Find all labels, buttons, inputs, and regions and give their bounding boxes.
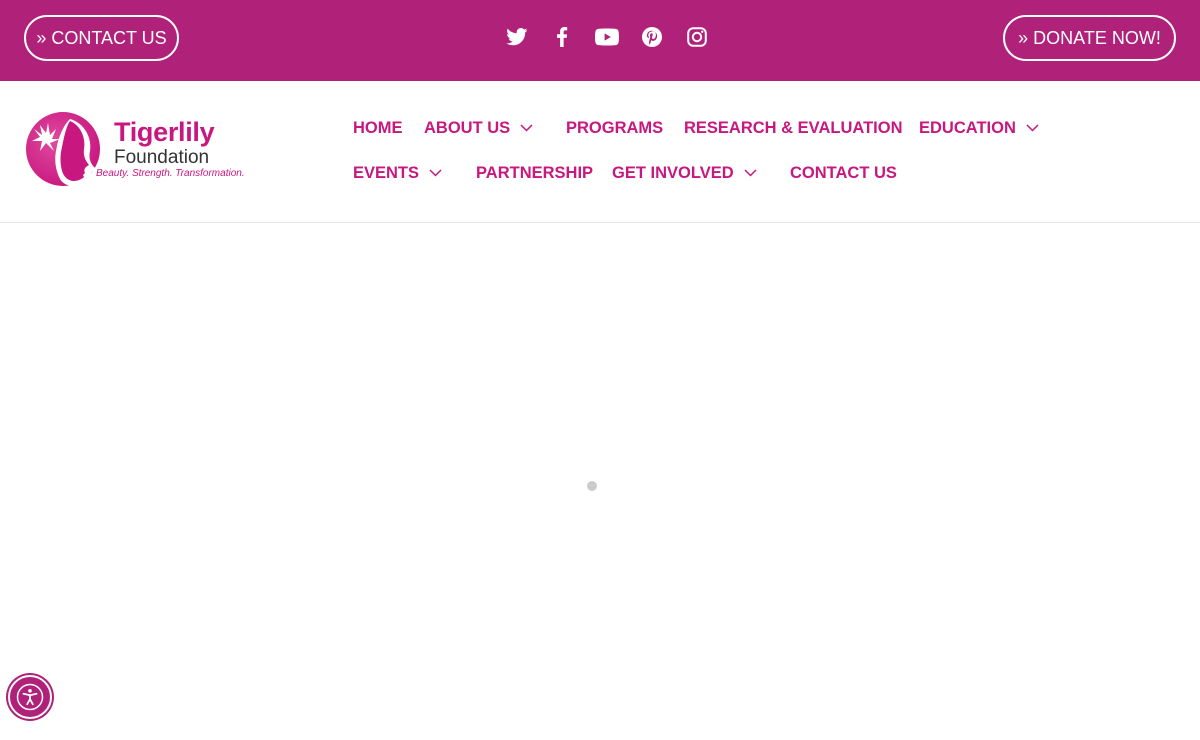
nav-research-evaluation[interactable]: RESEARCH & EVALUATION [684,117,902,139]
logo[interactable]: Tigerlily Foundation Beauty. Strength. T… [26,111,245,187]
nav-events-label: EVENTS [353,163,420,182]
nav-partnership[interactable]: PARTNERSHIP [476,162,593,184]
nav-programs-label: PROGRAMS [566,118,664,137]
nav-contact-us[interactable]: CONTACT US [790,162,897,184]
twitter-icon[interactable] [494,22,539,52]
chevron-down-icon [520,124,533,132]
accessibility-icon [16,683,44,711]
top-bar: » CONTACT US » DONATE NOW! [0,0,1200,81]
facebook-icon[interactable] [539,22,584,52]
chevron-down-icon [1026,124,1039,132]
logo-emblem [26,112,100,186]
nav-education-label: EDUCATION [919,118,1016,137]
logo-tagline: Beauty. Strength. Transformation. [96,168,245,179]
contact-us-button[interactable]: » CONTACT US [24,15,179,61]
nav-about-us-label: ABOUT US [424,118,511,137]
nav-home-label: HOME [353,118,403,137]
donate-now-button[interactable]: » DONATE NOW! [1003,15,1176,61]
accessibility-button[interactable] [8,675,52,719]
pinterest-icon[interactable] [629,22,674,52]
chevron-down-icon [429,169,442,177]
nav-home[interactable]: HOME [353,117,403,139]
nav-partnership-label: PARTNERSHIP [476,163,594,182]
youtube-icon[interactable] [584,22,629,52]
nav-get-involved-label: GET INVOLVED [612,163,734,182]
nav-research-label: RESEARCH & EVALUATION [684,118,903,137]
social-links [494,22,719,52]
logo-name: Tigerlily [114,117,215,147]
nav-education[interactable]: EDUCATION [919,117,1039,139]
logo-subtitle: Foundation [114,147,210,168]
instagram-icon[interactable] [674,22,719,52]
nav-get-involved[interactable]: GET INVOLVED [612,162,757,184]
nav-about-us[interactable]: ABOUT US [424,117,533,139]
nav-programs[interactable]: PROGRAMS [566,117,663,139]
loading-indicator [587,481,597,491]
nav-events[interactable]: EVENTS [353,162,442,184]
site-header: Tigerlily Foundation Beauty. Strength. T… [0,81,1200,223]
chevron-down-icon [744,169,757,177]
nav-contact-label: CONTACT US [790,163,897,182]
